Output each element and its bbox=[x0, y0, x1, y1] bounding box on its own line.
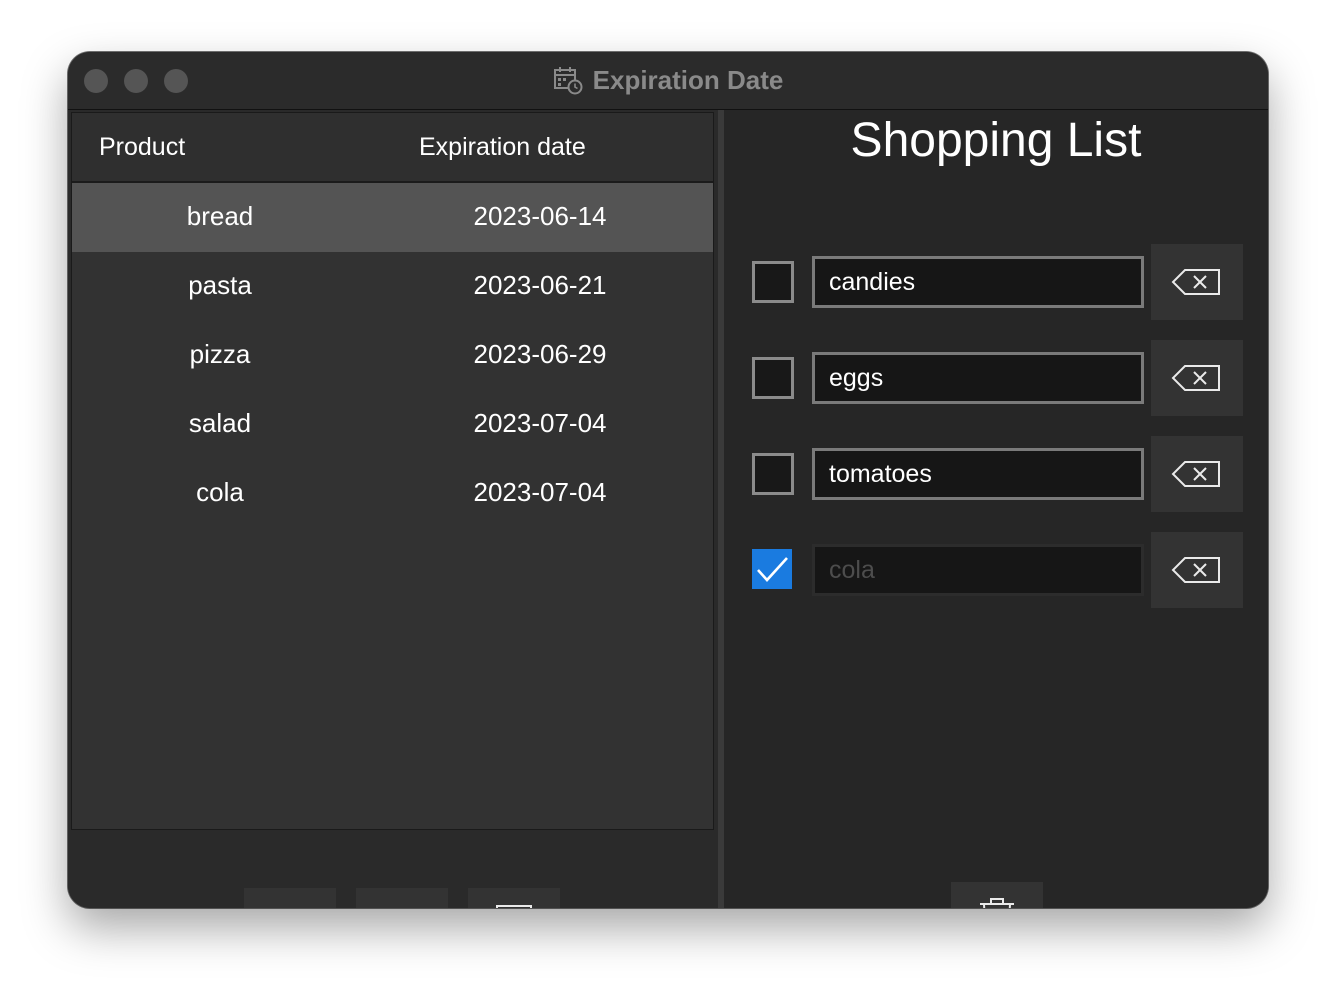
delete-item-button[interactable] bbox=[1151, 532, 1243, 608]
expiration-date: 2023-07-04 bbox=[473, 408, 607, 438]
window-title-group: Expiration Date bbox=[68, 62, 1268, 98]
item-text-field[interactable]: cola bbox=[812, 544, 1144, 596]
item-text-field[interactable]: candies bbox=[812, 256, 1144, 308]
table-row[interactable]: pizza 2023-06-29 bbox=[72, 321, 713, 390]
clear-list-button[interactable] bbox=[951, 882, 1043, 908]
table-row[interactable]: cola 2023-07-04 bbox=[72, 459, 713, 528]
products-panel: Product Expiration date bread 2023-06-14… bbox=[68, 110, 718, 908]
backspace-icon bbox=[1171, 557, 1220, 583]
item-checkbox[interactable] bbox=[752, 453, 794, 495]
shopping-item: eggs bbox=[724, 340, 1268, 416]
item-text-field[interactable]: tomatoes bbox=[812, 448, 1144, 500]
delete-item-button[interactable] bbox=[1151, 436, 1243, 512]
recipe-book-icon bbox=[496, 905, 532, 908]
item-checkbox[interactable] bbox=[752, 357, 794, 399]
table-row[interactable]: bread 2023-06-14 bbox=[72, 183, 713, 252]
products-toolbar bbox=[244, 888, 560, 908]
expiration-date: 2023-06-21 bbox=[473, 270, 607, 300]
shopping-item: tomatoes bbox=[724, 436, 1268, 512]
backspace-icon bbox=[1171, 269, 1220, 295]
shopping-item: candies bbox=[724, 244, 1268, 320]
product-name: pasta bbox=[188, 270, 252, 300]
product-name: salad bbox=[188, 408, 252, 438]
product-name: pizza bbox=[189, 339, 251, 369]
item-checkbox-checked[interactable] bbox=[752, 549, 792, 589]
shopping-list-title: Shopping List bbox=[850, 114, 1142, 167]
title-bar: Expiration Date bbox=[68, 52, 1268, 110]
item-checkbox[interactable] bbox=[752, 261, 794, 303]
column-header-expiration-date[interactable]: Expiration date bbox=[419, 133, 586, 162]
shopping-list-panel: Shopping List candies eggs tomatoes cola bbox=[724, 110, 1268, 908]
trash-icon bbox=[980, 898, 1014, 908]
remove-product-button[interactable] bbox=[356, 888, 448, 908]
add-product-button[interactable] bbox=[244, 888, 336, 908]
products-table[interactable]: Product Expiration date bread 2023-06-14… bbox=[71, 112, 714, 830]
product-name: bread bbox=[186, 201, 254, 231]
expiration-date: 2023-07-04 bbox=[473, 477, 607, 507]
expiration-date: 2023-06-29 bbox=[473, 339, 607, 369]
table-header: Product Expiration date bbox=[72, 113, 713, 183]
delete-item-button[interactable] bbox=[1151, 340, 1243, 416]
product-name: cola bbox=[196, 477, 244, 507]
delete-item-button[interactable] bbox=[1151, 244, 1243, 320]
backspace-icon bbox=[1171, 461, 1220, 487]
window-title: Expiration Date bbox=[592, 64, 784, 95]
close-icon bbox=[382, 907, 422, 908]
backspace-icon bbox=[1171, 365, 1220, 391]
column-header-product[interactable]: Product bbox=[99, 133, 185, 162]
table-row[interactable]: pasta 2023-06-21 bbox=[72, 252, 713, 321]
shopping-item: cola bbox=[724, 532, 1268, 608]
table-row[interactable]: salad 2023-07-04 bbox=[72, 390, 713, 459]
recipes-button[interactable] bbox=[468, 888, 560, 908]
expiration-date: 2023-06-14 bbox=[473, 201, 607, 231]
calendar-clock-icon bbox=[553, 67, 583, 95]
item-text-field[interactable]: eggs bbox=[812, 352, 1144, 404]
checkmark-icon bbox=[757, 557, 788, 582]
app-window: Expiration Date Product Expiration date … bbox=[68, 52, 1268, 908]
